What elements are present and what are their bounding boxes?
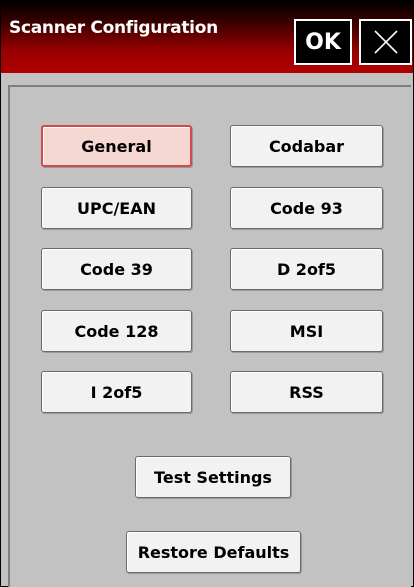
ok-button-label: OK (305, 29, 341, 55)
close-button[interactable] (359, 19, 412, 65)
test-settings-button-label: Test Settings (154, 467, 272, 487)
upc-ean-button-label: UPC/EAN (76, 198, 156, 218)
restore-defaults-button-label: Restore Defaults (137, 542, 290, 562)
code-93-button[interactable]: Code 93 (230, 187, 383, 229)
rss-button[interactable]: RSS (230, 371, 383, 413)
code-93-button-label: Code 93 (270, 198, 343, 218)
d-2of5-button-label: D 2of5 (276, 259, 337, 279)
scanner-configuration-window: Scanner Configuration OK General Codabar… (0, 0, 414, 587)
ok-button[interactable]: OK (294, 19, 352, 65)
code-39-button[interactable]: Code 39 (41, 248, 192, 290)
window-title: Scanner Configuration (9, 18, 218, 38)
close-icon (373, 30, 398, 54)
restore-defaults-button[interactable]: Restore Defaults (126, 531, 301, 573)
general-button[interactable]: General (41, 125, 192, 167)
code-128-button[interactable]: Code 128 (41, 310, 192, 352)
test-settings-button[interactable]: Test Settings (135, 456, 291, 498)
i-2of5-button[interactable]: I 2of5 (41, 371, 192, 413)
code-39-button-label: Code 39 (80, 259, 153, 279)
rss-button-label: RSS (289, 382, 324, 402)
msi-button-label: MSI (289, 321, 324, 341)
title-bar: Scanner Configuration OK (1, 1, 413, 73)
upc-ean-button[interactable]: UPC/EAN (41, 187, 192, 229)
codabar-button[interactable]: Codabar (230, 125, 383, 167)
msi-button[interactable]: MSI (230, 310, 383, 352)
general-button-label: General (81, 136, 152, 156)
codabar-button-label: Codabar (268, 136, 345, 156)
i-2of5-button-label: I 2of5 (90, 382, 143, 402)
code-128-button-label: Code 128 (74, 321, 159, 341)
d-2of5-button[interactable]: D 2of5 (230, 248, 383, 290)
